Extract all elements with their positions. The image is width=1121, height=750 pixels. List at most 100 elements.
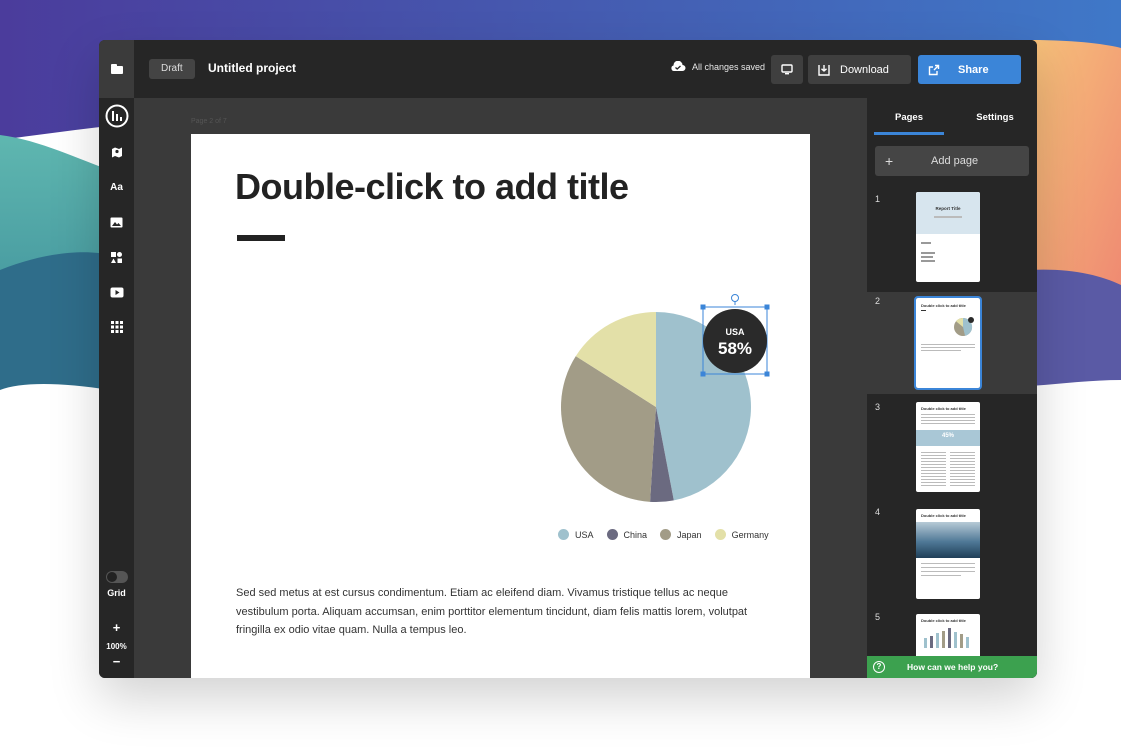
legend-item-japan: Japan bbox=[660, 529, 702, 540]
page-number: 1 bbox=[875, 194, 881, 204]
callout-label: USA bbox=[725, 327, 745, 337]
zoom-out-button[interactable]: − bbox=[99, 654, 134, 669]
thumb-line bbox=[921, 347, 975, 348]
grid-toggle[interactable] bbox=[106, 571, 128, 583]
tool-charts[interactable] bbox=[99, 103, 134, 129]
thumb-column bbox=[921, 452, 946, 486]
chart-icon bbox=[105, 104, 128, 128]
plus-icon: + bbox=[885, 153, 894, 169]
page-thumbnail[interactable]: Double click to add title bbox=[914, 296, 982, 390]
thumb-line bbox=[921, 256, 933, 258]
thumb-line bbox=[921, 260, 935, 262]
project-title[interactable]: Untitled project bbox=[208, 61, 296, 75]
callout-value: 58% bbox=[718, 339, 752, 358]
monitor-icon bbox=[781, 64, 793, 75]
thumb-title: Double click to add title bbox=[921, 406, 966, 411]
legend-label: Germany bbox=[731, 529, 769, 540]
help-icon: ? bbox=[873, 661, 885, 673]
tool-elements[interactable] bbox=[99, 244, 134, 270]
thumb-header bbox=[916, 192, 980, 234]
page-thumbnail[interactable]: Report Title bbox=[916, 192, 980, 282]
tool-widgets[interactable] bbox=[99, 314, 134, 340]
resize-handle[interactable] bbox=[700, 304, 706, 310]
download-label: Download bbox=[840, 63, 889, 76]
legend-item-germany: Germany bbox=[714, 529, 769, 540]
page-indicator: Page 2 of 7 bbox=[191, 118, 227, 125]
download-button[interactable]: Download bbox=[808, 55, 911, 84]
pie-chart[interactable]: USA 58% bbox=[561, 294, 781, 524]
zoom-level: 100% bbox=[106, 642, 127, 651]
thumb-line bbox=[921, 575, 961, 576]
page-thumbnail[interactable]: Double click to add title bbox=[916, 509, 980, 599]
tool-text[interactable]: Aa bbox=[99, 174, 134, 200]
page-title[interactable]: Double-click to add title bbox=[235, 166, 629, 208]
legend-swatch bbox=[606, 529, 618, 540]
resize-handle[interactable] bbox=[700, 371, 706, 377]
resize-handle[interactable] bbox=[764, 371, 770, 377]
page-thumbnail-row[interactable]: 4 Double click to add title bbox=[867, 503, 1037, 605]
thumb-title: Double click to add title bbox=[921, 303, 966, 308]
thumb-line bbox=[921, 571, 975, 572]
shapes-icon bbox=[111, 251, 122, 263]
active-tab-indicator bbox=[874, 132, 944, 135]
share-label: Share bbox=[958, 63, 989, 76]
share-button[interactable]: Share bbox=[918, 55, 1021, 84]
right-panel: Pages Settings + Add page 1 Report Title… bbox=[867, 98, 1037, 678]
menu-button[interactable] bbox=[99, 40, 134, 98]
page-thumbnail-row[interactable]: 3 Double click to add title 45% bbox=[867, 398, 1037, 500]
folder-icon bbox=[110, 64, 123, 74]
rotate-handle[interactable] bbox=[731, 294, 739, 302]
draft-badge[interactable]: Draft bbox=[149, 59, 195, 79]
video-icon bbox=[110, 287, 123, 297]
thumb-photo bbox=[916, 522, 980, 558]
body-paragraph[interactable]: Sed sed metus at est cursus condimentum.… bbox=[236, 584, 766, 640]
grid-icon bbox=[110, 321, 123, 333]
thumb-line bbox=[921, 423, 975, 424]
download-icon bbox=[818, 64, 830, 76]
cloud-check-icon bbox=[671, 61, 686, 71]
thumb-line bbox=[921, 242, 931, 244]
app-window: Draft Untitled project All changes saved… bbox=[99, 40, 1037, 678]
page-number: 3 bbox=[875, 402, 881, 412]
top-bar: Draft Untitled project All changes saved… bbox=[99, 40, 1037, 98]
tab-pages[interactable]: Pages bbox=[874, 98, 944, 136]
thumb-line bbox=[921, 417, 975, 418]
tool-video[interactable] bbox=[99, 279, 134, 305]
legend-label: China bbox=[623, 529, 648, 540]
thumb-pie bbox=[954, 317, 974, 336]
page-number: 2 bbox=[875, 296, 881, 306]
map-icon bbox=[111, 147, 122, 157]
tool-images[interactable] bbox=[99, 209, 134, 235]
add-page-label: Add page bbox=[931, 155, 979, 167]
page-number: 5 bbox=[875, 612, 881, 622]
legend-swatch bbox=[660, 529, 672, 540]
tool-maps[interactable] bbox=[99, 139, 134, 165]
legend-item-china: China bbox=[606, 529, 648, 540]
document-page[interactable]: Double-click to add title USA 58% USA Chi… bbox=[191, 134, 810, 678]
present-button[interactable] bbox=[771, 55, 803, 84]
legend-item-usa: USA bbox=[558, 529, 594, 540]
page-thumbnail-row[interactable]: 1 Report Title bbox=[867, 190, 1037, 292]
thumb-column bbox=[950, 452, 975, 486]
thumb-stat: 45% bbox=[916, 430, 980, 446]
page-thumbnail[interactable]: Double click to add title 45% bbox=[916, 402, 980, 492]
help-chat-button[interactable]: ? How can we help you? bbox=[867, 656, 1037, 678]
zoom-in-button[interactable]: + bbox=[99, 620, 134, 635]
thumb-line bbox=[921, 420, 975, 421]
thumb-bar-chart bbox=[924, 628, 969, 648]
legend-swatch bbox=[558, 529, 569, 540]
grid-label: Grid bbox=[107, 588, 126, 598]
title-divider bbox=[237, 235, 285, 241]
save-status-text: All changes saved bbox=[692, 61, 766, 72]
legend-label: USA bbox=[575, 529, 594, 540]
thumb-line bbox=[921, 344, 975, 345]
page-thumbnail-row[interactable]: 2 Double click to add title bbox=[867, 292, 1037, 394]
thumb-line bbox=[921, 252, 935, 254]
tab-settings[interactable]: Settings bbox=[955, 98, 1035, 136]
share-icon bbox=[928, 64, 940, 75]
resize-handle[interactable] bbox=[764, 304, 770, 310]
legend-label: Japan bbox=[677, 529, 702, 540]
thumb-line bbox=[934, 216, 962, 218]
legend-swatch bbox=[714, 529, 726, 540]
add-page-button[interactable]: + Add page bbox=[875, 146, 1029, 176]
